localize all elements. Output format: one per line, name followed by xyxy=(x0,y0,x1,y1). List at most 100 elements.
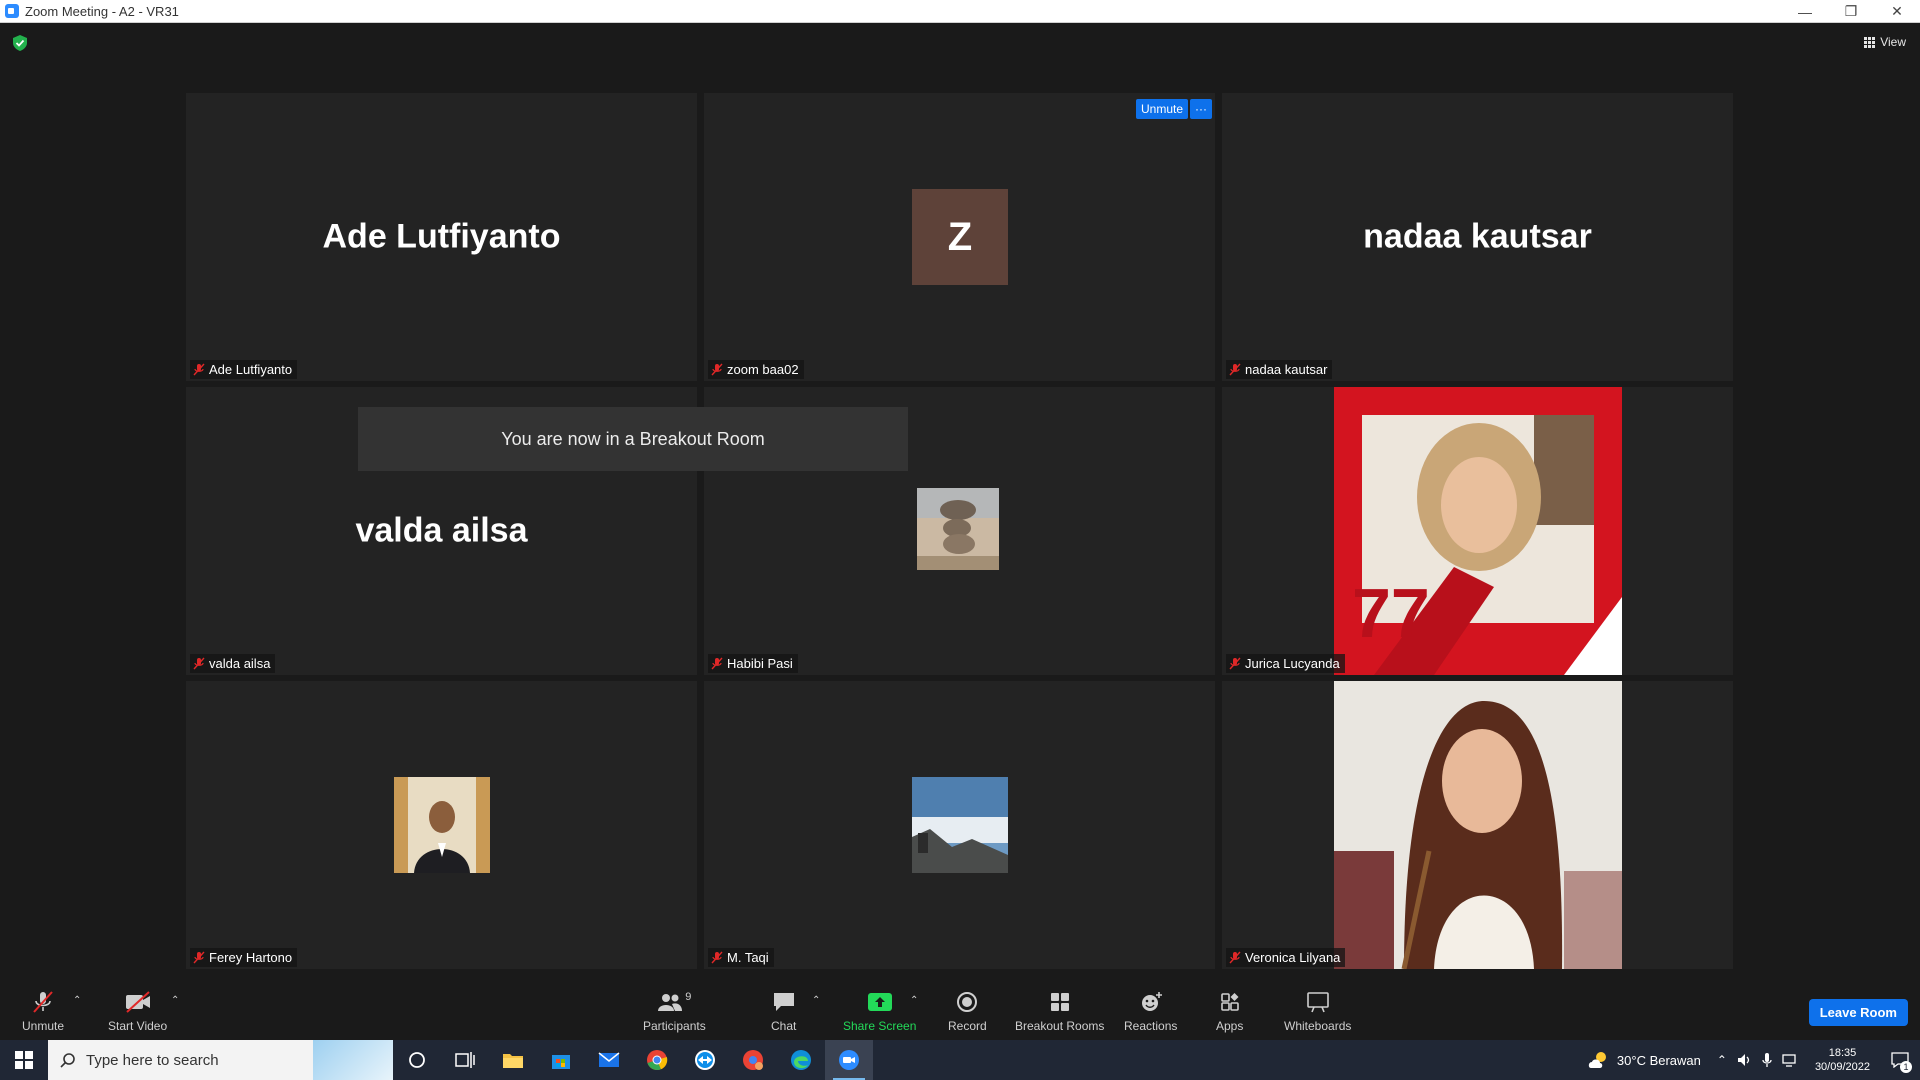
network-icon[interactable] xyxy=(1781,1052,1799,1068)
microphone-icon[interactable] xyxy=(1761,1052,1773,1068)
participant-display-name: valda ailsa xyxy=(355,511,528,550)
window-titlebar: Zoom Meeting - A2 - VR31 — ❐ ✕ xyxy=(0,0,1920,23)
participants-count: 9 xyxy=(685,991,692,1003)
muted-mic-icon xyxy=(711,657,723,670)
store-icon xyxy=(552,1055,570,1069)
weather-text[interactable]: 30°C Berawan xyxy=(1617,1053,1701,1068)
share-screen-icon xyxy=(867,993,892,1011)
action-center-button[interactable]: 1 xyxy=(1880,1040,1920,1080)
breakout-room-notification: You are now in a Breakout Room xyxy=(358,407,908,471)
profile-photo xyxy=(394,777,490,873)
speaker-icon[interactable] xyxy=(1737,1052,1753,1068)
chat-options-chevron-icon[interactable]: ⌃ xyxy=(812,995,820,1006)
muted-mic-icon xyxy=(1229,951,1241,964)
video-options-chevron-icon[interactable]: ⌃ xyxy=(171,995,179,1006)
task-view-button[interactable] xyxy=(441,1040,489,1080)
record-icon xyxy=(957,992,978,1012)
profile-photo xyxy=(912,777,1008,873)
participant-display-name: Ade Lutfiyanto xyxy=(322,217,561,256)
start-video-button[interactable]: Start Video xyxy=(108,991,167,1033)
video-tile-ferey[interactable]: Ferey Hartono xyxy=(186,681,697,969)
unmute-button[interactable]: Unmute xyxy=(22,991,64,1033)
edge-app[interactable] xyxy=(777,1040,825,1080)
muted-mic-icon xyxy=(1229,657,1241,670)
cortana-button[interactable] xyxy=(393,1040,441,1080)
avatar: Z xyxy=(912,189,1008,285)
zoom-app-icon xyxy=(5,4,19,18)
reactions-button[interactable]: Reactions xyxy=(1124,991,1177,1033)
chat-button[interactable]: Chat xyxy=(771,991,796,1033)
participants-icon xyxy=(658,994,683,1011)
mail-icon xyxy=(598,1052,620,1067)
chrome-profile-icon xyxy=(743,1050,763,1070)
muted-mic-icon xyxy=(1229,363,1241,376)
meeting-toolbar: Unmute ⌃ Start Video ⌃ 9 Participants Ch… xyxy=(0,975,1920,1040)
participant-video xyxy=(1334,681,1622,969)
participant-name-label: zoom baa02 xyxy=(708,360,804,379)
svg-text:77: 77 xyxy=(1352,574,1430,652)
whiteboards-button[interactable]: Whiteboards xyxy=(1284,991,1351,1033)
chrome-icon xyxy=(647,1050,668,1071)
record-button[interactable]: Record xyxy=(948,991,987,1033)
windows-logo-icon xyxy=(15,1051,33,1069)
teamviewer-icon xyxy=(695,1050,715,1070)
file-explorer-app[interactable] xyxy=(489,1040,537,1080)
folder-icon xyxy=(503,1054,523,1068)
video-tile-veronica[interactable]: Veronica Lilyana xyxy=(1222,681,1733,969)
taskbar-clock[interactable]: 18:35 30/09/2022 xyxy=(1815,1046,1870,1074)
window-title: Zoom Meeting - A2 - VR31 xyxy=(25,3,179,19)
security-shield-icon[interactable] xyxy=(13,35,27,51)
tray-overflow-chevron-icon[interactable]: ⌃ xyxy=(1717,1053,1727,1067)
close-button[interactable]: ✕ xyxy=(1874,0,1920,23)
taskbar-search-box[interactable]: Type here to search xyxy=(48,1040,393,1080)
muted-mic-icon xyxy=(193,951,205,964)
muted-mic-icon xyxy=(33,991,53,1013)
view-label: View xyxy=(1880,35,1906,49)
unmute-participant-button[interactable]: Unmute xyxy=(1136,99,1189,119)
muted-mic-icon xyxy=(711,363,723,376)
participants-button[interactable]: 9 Participants xyxy=(643,991,706,1033)
clock-time: 18:35 xyxy=(1828,1047,1857,1059)
restore-button[interactable]: ❐ xyxy=(1828,0,1874,23)
participant-name-label: valda ailsa xyxy=(190,654,276,673)
muted-mic-icon xyxy=(193,657,205,670)
view-button[interactable]: View xyxy=(1864,35,1906,49)
video-tile-nadaa[interactable]: nadaa kautsar nadaa kautsar xyxy=(1222,93,1733,381)
apps-icon xyxy=(1220,993,1239,1011)
profile-photo xyxy=(917,488,999,570)
mail-app[interactable] xyxy=(585,1040,633,1080)
video-tile-zoom-baa02[interactable]: Z Unmute ··· zoom baa02 xyxy=(704,93,1215,381)
search-highlight-image xyxy=(313,1040,393,1080)
participant-name-label: Habibi Pasi xyxy=(708,654,798,673)
video-tile-jurica[interactable]: 77 Jurica Lucyanda xyxy=(1222,387,1733,675)
teamviewer-app[interactable] xyxy=(681,1040,729,1080)
breakout-rooms-icon xyxy=(1050,993,1069,1011)
microsoft-store-app[interactable] xyxy=(537,1040,585,1080)
muted-mic-icon xyxy=(711,951,723,964)
leave-room-button[interactable]: Leave Room xyxy=(1808,999,1908,1026)
start-button[interactable] xyxy=(0,1040,48,1080)
chrome-app[interactable] xyxy=(633,1040,681,1080)
grid-view-icon xyxy=(1864,36,1876,48)
video-tile-ade[interactable]: Ade Lutfiyanto Ade Lutfiyanto xyxy=(186,93,697,381)
zoom-app[interactable] xyxy=(825,1040,873,1080)
weather-cloud-sun-icon xyxy=(1588,1052,1606,1068)
more-options-button[interactable]: ··· xyxy=(1190,99,1212,119)
minimize-button[interactable]: — xyxy=(1782,0,1828,23)
chat-icon xyxy=(773,993,794,1011)
clock-date: 30/09/2022 xyxy=(1814,1061,1870,1073)
breakout-rooms-button[interactable]: Breakout Rooms xyxy=(1015,991,1104,1033)
chrome-profile-app[interactable] xyxy=(729,1040,777,1080)
share-options-chevron-icon[interactable]: ⌃ xyxy=(910,995,918,1006)
video-tile-m-taqi[interactable]: M. Taqi xyxy=(704,681,1215,969)
meeting-stage: View Ade Lutfiyanto Ade Lutfiyanto Z Unm… xyxy=(0,23,1920,975)
participant-name-label: Jurica Lucyanda xyxy=(1226,654,1345,673)
participant-name-label: nadaa kautsar xyxy=(1226,360,1333,379)
search-icon xyxy=(60,1053,75,1068)
apps-button[interactable]: Apps xyxy=(1216,991,1243,1033)
zoom-icon xyxy=(839,1050,859,1070)
audio-options-chevron-icon[interactable]: ⌃ xyxy=(73,995,81,1006)
window-controls: — ❐ ✕ xyxy=(1782,0,1920,23)
share-screen-button[interactable]: Share Screen xyxy=(843,991,916,1033)
search-placeholder: Type here to search xyxy=(86,1051,219,1069)
